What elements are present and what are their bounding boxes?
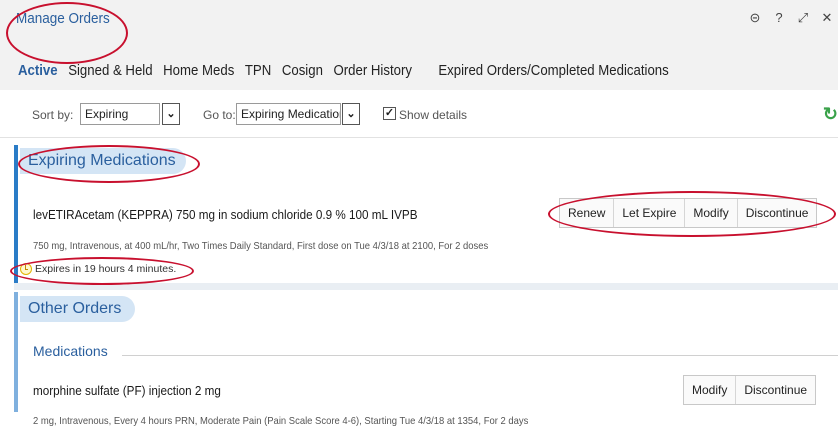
tab-signed-held[interactable]: Signed & Held [68,62,152,79]
goto-select[interactable]: Expiring Medications [236,103,341,125]
let-expire-button[interactable]: Let Expire [614,199,686,227]
goto-chevron-down-icon[interactable]: ⌄ [342,103,360,125]
tab-active[interactable]: Active [18,62,58,79]
other-section-bar [14,292,18,412]
subheading-rule [122,355,838,356]
discontinue-button[interactable]: Discontinue [738,199,817,227]
goto-label: Go to: [203,108,236,122]
window-controls: ⊝ ? ⤢ ✕ [748,10,834,26]
section-divider [14,283,838,290]
help-icon[interactable]: ? [772,10,786,26]
modify-button[interactable]: Modify [685,199,738,227]
medications-subheading: Medications [33,343,108,359]
expiring-medications-heading: Expiring Medications [20,148,186,174]
show-details-checkbox[interactable]: ✓ [383,107,396,120]
window-title: Manage Orders [16,10,110,27]
tab-tpn[interactable]: TPN [245,62,271,79]
other-order-actions: Modify Discontinue [683,375,817,405]
toolbar: Sort by: Expiring ⌄ Go to: Expiring Medi… [0,92,838,138]
show-details-label[interactable]: Show details [399,108,467,122]
sort-label: Sort by: [32,108,74,122]
order-tabs: Active Signed & Held Home Meds TPN Cosig… [18,62,679,79]
expiring-section-bar [14,145,18,283]
sort-select[interactable]: Expiring [80,103,160,125]
tab-order-history[interactable]: Order History [333,62,411,79]
modify-button[interactable]: Modify [684,376,737,404]
tab-home-meds[interactable]: Home Meds [163,62,234,79]
other-orders-heading: Other Orders [20,296,136,322]
expiration-text: Expires in 19 hours 4 minutes. [35,263,177,275]
tab-cosign[interactable]: Cosign [282,62,323,79]
sort-chevron-down-icon[interactable]: ⌄ [162,103,180,125]
renew-button[interactable]: Renew [560,199,615,227]
window-header: Manage Orders ⊝ ? ⤢ ✕ Active Signed & He… [0,0,838,90]
expand-icon[interactable]: ⤢ [796,10,810,26]
expiration-notice: Expires in 19 hours 4 minutes. [20,263,176,275]
expiring-order-name[interactable]: levETIRAcetam (KEPPRA) 750 mg in sodium … [33,207,418,222]
discontinue-button[interactable]: Discontinue [736,376,815,404]
other-order-name[interactable]: morphine sulfate (PF) injection 2 mg [33,383,221,398]
expiring-order-detail: 750 mg, Intravenous, at 400 mL/hr, Two T… [33,240,489,252]
other-order-detail: 2 mg, Intravenous, Every 4 hours PRN, Mo… [33,415,529,427]
clock-icon [20,263,32,275]
close-icon[interactable]: ✕ [820,10,834,26]
more-icon[interactable]: ⊝ [748,10,762,26]
refresh-icon[interactable]: ↻ [823,104,838,125]
expiring-order-actions: Renew Let Expire Modify Discontinue [559,198,818,228]
tab-expired-completed[interactable]: Expired Orders/Completed Medications [438,62,668,79]
